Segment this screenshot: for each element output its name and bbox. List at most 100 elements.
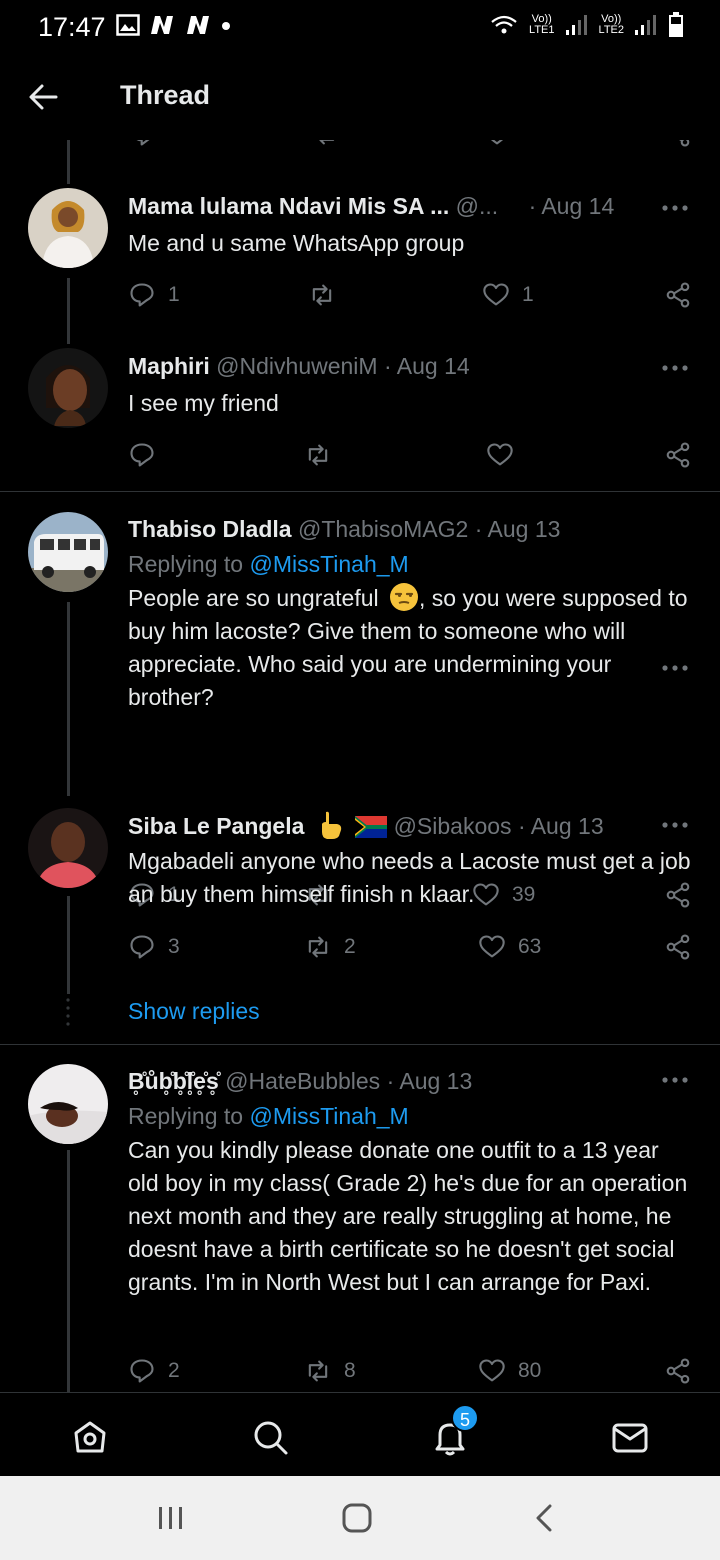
thread-line [67, 602, 70, 796]
author-handle[interactable]: @... [456, 193, 499, 219]
status-time: 17:47 [38, 12, 106, 42]
tweet-date[interactable]: · Aug 13 [518, 813, 604, 839]
share-icon [666, 934, 690, 960]
retweet-count: 2 [344, 935, 356, 958]
tweet-2[interactable]: Maphiri @NdivhuweniM · Aug 14 I see my f… [0, 344, 720, 492]
author-name[interactable]: Thabiso Dladla [128, 516, 292, 542]
tweet-actions: 3 2 63 [128, 932, 694, 962]
home-icon[interactable] [70, 1417, 110, 1457]
retweet-count: 8 [344, 1359, 356, 1382]
tweet-date[interactable]: · Aug 14 [384, 353, 470, 379]
pointing-hand-emoji-icon [321, 811, 341, 839]
cut-off-action-row [0, 140, 720, 150]
bottom-nav [0, 1392, 720, 1476]
status-bar: 17:47 Vo)) LTE1 Vo)) LTE2 [0, 0, 720, 52]
reply-icon [130, 283, 154, 307]
recent-apps-icon[interactable] [156, 1502, 186, 1534]
author-name[interactable]: B̥̊ůb̥̊b̥̊l̥̊e̥̊s̥̊ [128, 1068, 219, 1094]
more-options-icon[interactable] [660, 203, 690, 213]
tweet-5[interactable]: B̥̊ůb̥̊b̥̊l̥̊e̥̊s̥̊ @HateBubbles · Aug 1… [0, 1058, 720, 1392]
tweet-1[interactable]: Mama lulama Ndavi Mis SA ... @... · Aug … [0, 184, 720, 344]
retweet-icon [308, 444, 328, 466]
author-handle[interactable]: @NdivhuweniM [216, 353, 377, 379]
author-handle[interactable]: @HateBubbles [225, 1068, 380, 1094]
sim2-label: LTE2 [598, 24, 624, 36]
back-button-icon[interactable] [530, 1502, 560, 1534]
retweet-button[interactable]: 8 [304, 1356, 356, 1386]
retweet-button[interactable]: 2 [304, 932, 356, 962]
avatar[interactable] [28, 348, 108, 428]
more-options-icon[interactable] [660, 820, 690, 830]
share-button[interactable] [664, 440, 692, 470]
tweet-actions [128, 440, 694, 470]
tweet-3[interactable]: Thabiso Dladla @ThabisoMAG2 · Aug 13 Rep… [0, 506, 720, 908]
woman-white-top-avatar-icon [28, 188, 108, 268]
share-icon [666, 1358, 690, 1384]
reply-icon [130, 1359, 154, 1383]
share-button[interactable] [664, 280, 692, 310]
page-title: Thread [120, 80, 211, 110]
tweet-text-part-1: People are so ungrateful [128, 585, 379, 611]
reply-count: 1 [168, 283, 180, 306]
replying-to-handle[interactable]: @MissTinah_M [249, 1103, 408, 1129]
thread-line [67, 896, 70, 994]
like-count: 1 [522, 283, 534, 306]
like-button[interactable]: 63 [478, 932, 541, 962]
more-options-icon[interactable] [660, 663, 690, 673]
share-button[interactable] [664, 932, 692, 962]
reply-button[interactable]: 2 [128, 1356, 180, 1386]
author-name[interactable]: Siba Le Pangela [128, 813, 304, 839]
messages-mail-icon[interactable] [610, 1417, 650, 1457]
author-name[interactable]: Mama lulama Ndavi Mis SA ... [128, 193, 449, 219]
tweet-actions: 2 8 80 [128, 1356, 694, 1386]
unamused-face-emoji-icon [390, 583, 419, 611]
thread-line [67, 140, 70, 184]
reply-button[interactable]: 3 [128, 932, 180, 962]
author-handle[interactable]: @Sibakoos [394, 813, 512, 839]
thread-feed[interactable]: Mama lulama Ndavi Mis SA ... @... · Aug … [0, 140, 720, 1392]
reply-button[interactable] [128, 440, 168, 470]
tweet-4[interactable]: Siba Le Pangela @Sibakoos · Aug 13 Mgaba… [0, 804, 720, 994]
avatar[interactable] [28, 188, 108, 268]
replying-to: Replying to @MissTinah_M [128, 1098, 694, 1134]
replying-to-handle[interactable]: @MissTinah_M [249, 551, 408, 577]
retweet-button[interactable] [308, 280, 348, 310]
search-icon[interactable] [250, 1417, 290, 1457]
like-button[interactable]: 80 [478, 1356, 541, 1386]
tweet-text: I see my friend [128, 390, 279, 416]
avatar[interactable] [28, 808, 108, 888]
like-button[interactable] [486, 440, 526, 470]
like-count: 80 [518, 1359, 542, 1382]
person-lying-avatar-icon [28, 1064, 108, 1144]
status-notification-icons [116, 14, 232, 36]
thread-divider [0, 1044, 720, 1045]
home-button-icon[interactable] [340, 1502, 374, 1534]
replying-to-label: Replying to [128, 551, 244, 577]
retweet-icon [308, 936, 328, 958]
avatar[interactable] [28, 1064, 108, 1144]
tweet-date[interactable]: · Aug 13 [475, 516, 561, 542]
share-icon [666, 282, 690, 308]
tweet-date[interactable]: · Aug 14 [529, 193, 615, 219]
n-app-icon-2 [187, 16, 209, 34]
back-arrow-icon[interactable] [26, 80, 60, 114]
reply-count: 3 [168, 935, 180, 958]
thread-line [67, 1150, 70, 1392]
reply-button[interactable]: 1 [128, 280, 180, 310]
author-handle[interactable]: @ThabisoMAG2 [298, 516, 468, 542]
notifications-badge: 5 [451, 1404, 479, 1432]
tweet-date[interactable]: · Aug 13 [387, 1068, 473, 1094]
reply-count: 2 [168, 1359, 180, 1382]
share-button[interactable] [664, 1356, 692, 1386]
more-options-icon[interactable] [660, 363, 690, 373]
show-replies-link[interactable]: Show replies [128, 998, 260, 1025]
retweet-button[interactable] [304, 440, 344, 470]
like-count: 63 [518, 935, 542, 958]
avatar[interactable] [28, 512, 108, 592]
heart-icon [483, 283, 509, 306]
status-right-icons: Vo)) LTE1 Vo)) LTE2 [489, 12, 684, 38]
more-options-icon[interactable] [660, 1075, 690, 1085]
like-button[interactable]: 1 [482, 280, 534, 310]
replying-to-label: Replying to [128, 1103, 244, 1129]
author-name[interactable]: Maphiri [128, 353, 210, 379]
